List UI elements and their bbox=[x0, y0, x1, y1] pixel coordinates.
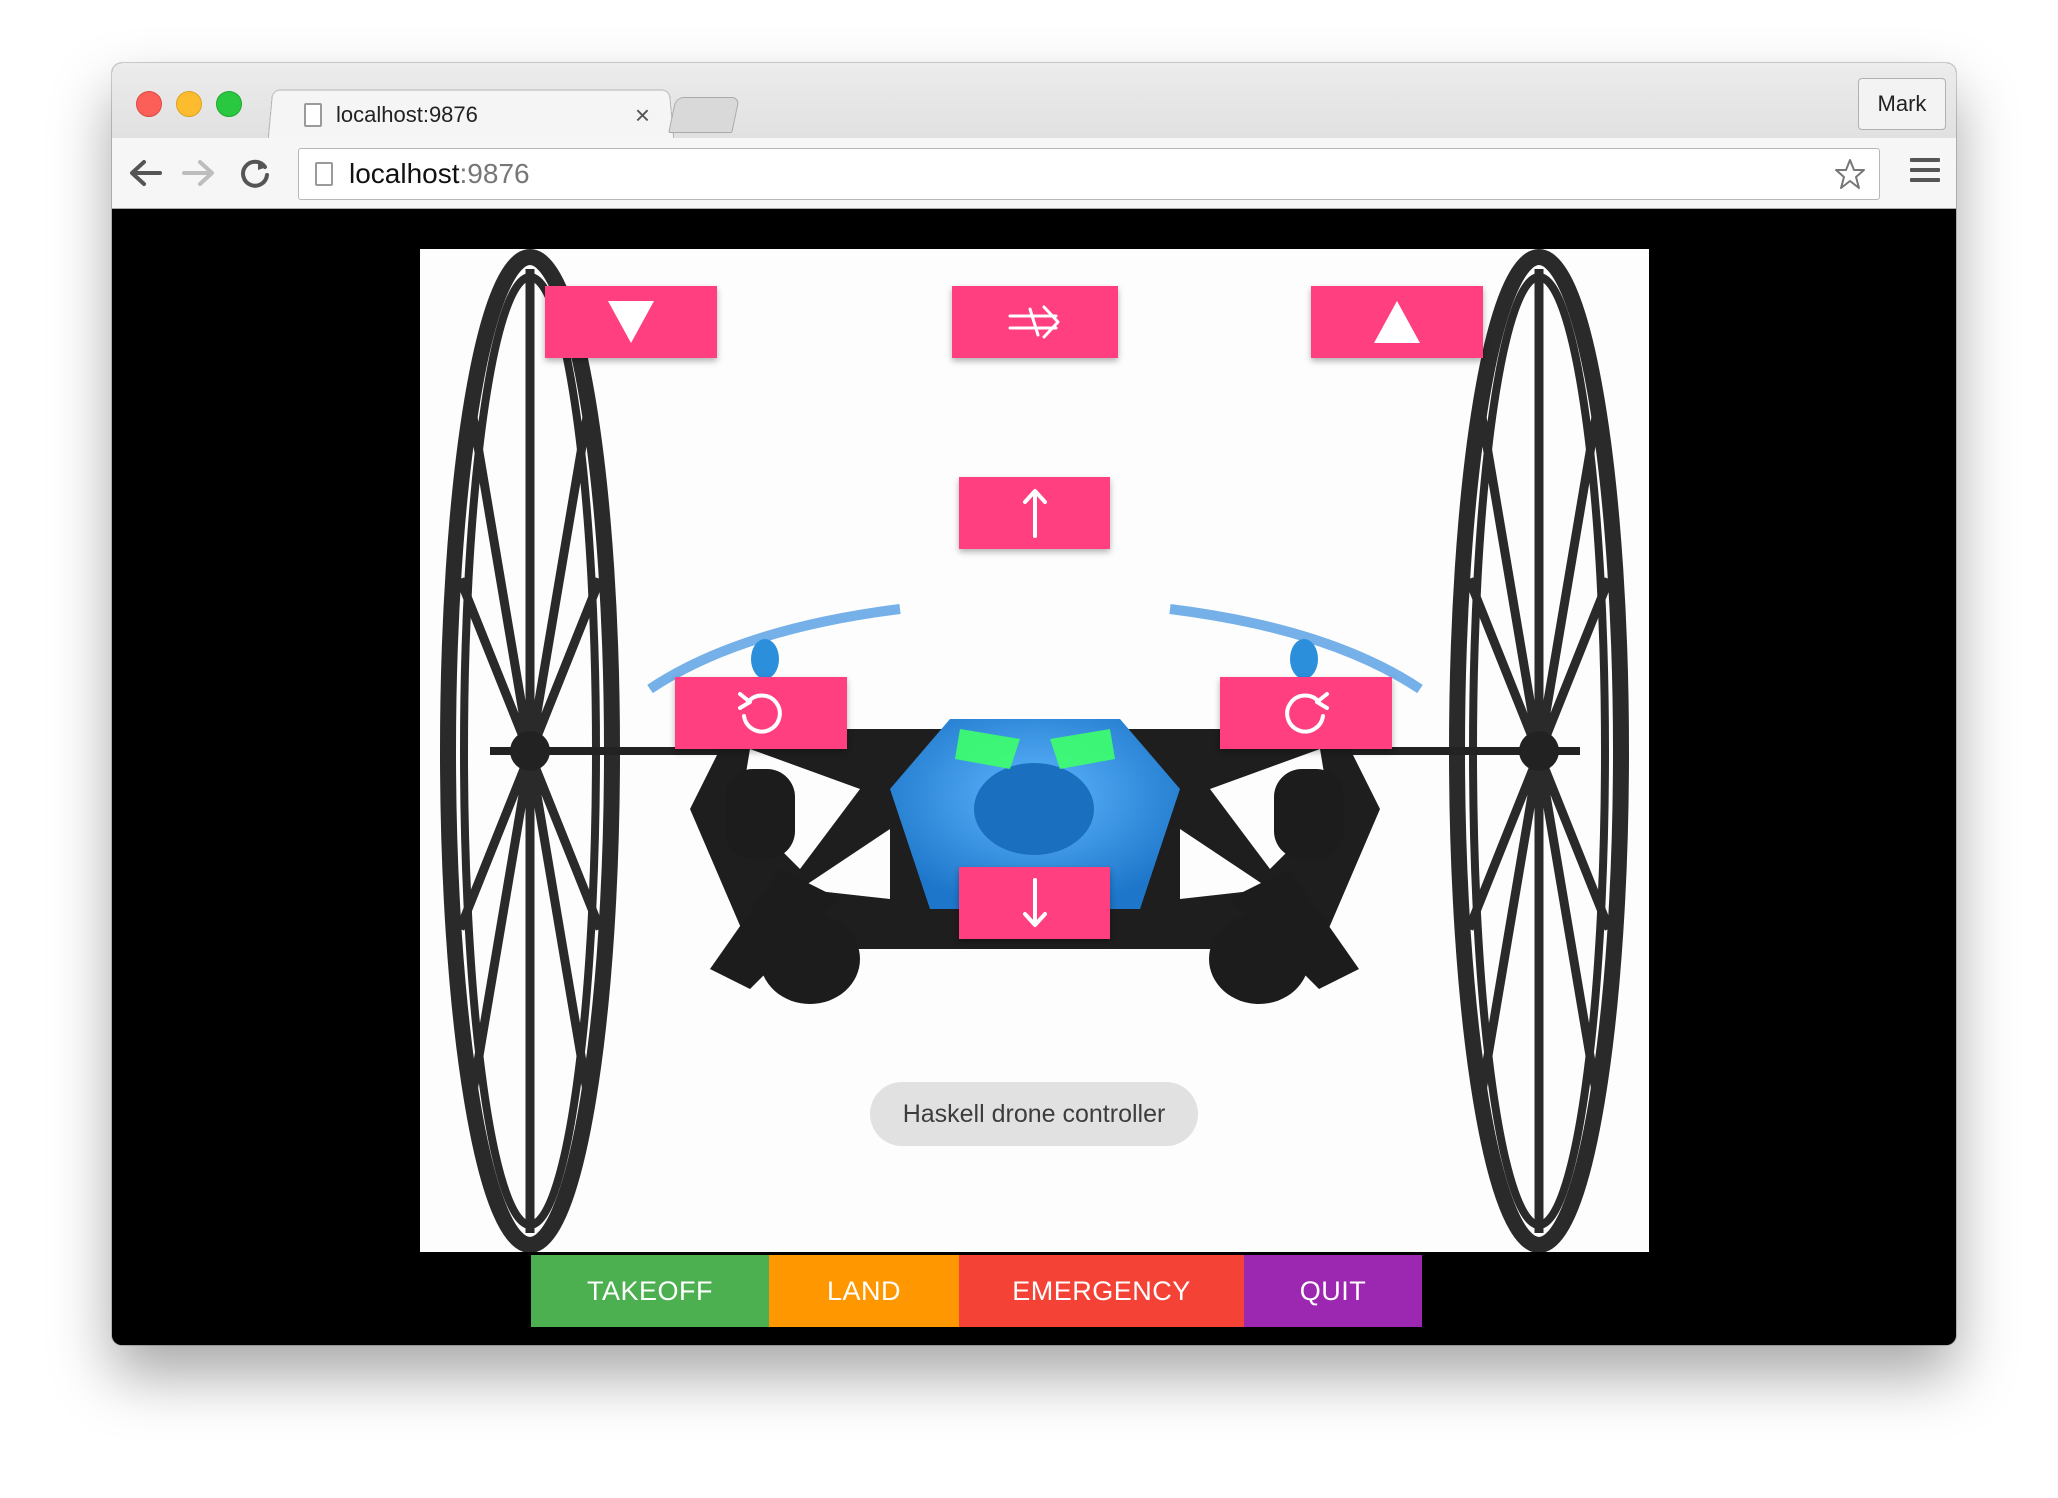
backward-button[interactable] bbox=[959, 867, 1110, 939]
rotate-left-icon bbox=[738, 692, 782, 734]
rotate-right-icon bbox=[1285, 692, 1329, 734]
rotate-right-button[interactable] bbox=[1220, 677, 1392, 749]
close-window-button[interactable] bbox=[136, 91, 162, 117]
title-chip: Haskell drone controller bbox=[870, 1082, 1198, 1146]
tab-content: localhost:9876 × bbox=[290, 93, 660, 137]
rotate-left-button[interactable] bbox=[675, 677, 847, 749]
maximize-window-button[interactable] bbox=[216, 91, 242, 117]
toolbar: localhost:9876 bbox=[112, 138, 1956, 208]
page-info-icon bbox=[315, 162, 333, 186]
takeoff-button[interactable]: TAKEOFF bbox=[531, 1255, 769, 1327]
tab-close-button[interactable]: × bbox=[635, 102, 650, 128]
bookmark-star-icon[interactable] bbox=[1833, 157, 1867, 191]
forward-button[interactable] bbox=[959, 477, 1110, 549]
tab-title: localhost:9876 bbox=[336, 102, 478, 127]
back-button[interactable] bbox=[126, 154, 164, 192]
profile-button[interactable]: Mark bbox=[1858, 78, 1946, 130]
back-arrow-icon bbox=[130, 160, 162, 186]
new-tab-button[interactable] bbox=[668, 97, 740, 133]
descend-button[interactable] bbox=[545, 286, 717, 358]
browser-chrome: localhost:9876 × Mark localhost:9876 bbox=[112, 63, 1956, 209]
tab-strip: localhost:9876 × Mark bbox=[112, 63, 1956, 141]
browser-window: localhost:9876 × Mark localhost:9876 Ha… bbox=[112, 63, 1956, 1345]
page-icon bbox=[304, 103, 322, 127]
forward-arrow-icon bbox=[182, 160, 214, 186]
quit-button[interactable]: QUIT bbox=[1244, 1255, 1422, 1327]
reload-icon bbox=[241, 159, 269, 188]
ascend-button[interactable] bbox=[1311, 286, 1483, 358]
minimize-window-button[interactable] bbox=[176, 91, 202, 117]
address-bar[interactable]: localhost:9876 bbox=[298, 148, 1880, 200]
triangle-up-icon bbox=[1374, 301, 1420, 343]
land-button[interactable]: LAND bbox=[769, 1255, 959, 1327]
url-port: :9876 bbox=[459, 158, 530, 189]
arrow-down-icon bbox=[1022, 878, 1047, 927]
arrow-right-icon bbox=[1008, 305, 1060, 339]
menu-icon[interactable] bbox=[1910, 158, 1940, 186]
emergency-button[interactable]: EMERGENCY bbox=[959, 1255, 1244, 1327]
url-host: localhost bbox=[349, 158, 460, 189]
action-bar: TAKEOFF LAND EMERGENCY QUIT bbox=[531, 1255, 1422, 1327]
translate-button[interactable] bbox=[952, 286, 1118, 358]
reload-button[interactable] bbox=[236, 154, 274, 192]
forward-button[interactable] bbox=[180, 154, 218, 192]
arrow-up-icon bbox=[1022, 489, 1047, 538]
page-viewport: Haskell drone controller TAKEOFF LAND EM… bbox=[112, 209, 1956, 1345]
drone-stage: Haskell drone controller bbox=[420, 249, 1649, 1252]
triangle-down-icon bbox=[608, 301, 654, 343]
